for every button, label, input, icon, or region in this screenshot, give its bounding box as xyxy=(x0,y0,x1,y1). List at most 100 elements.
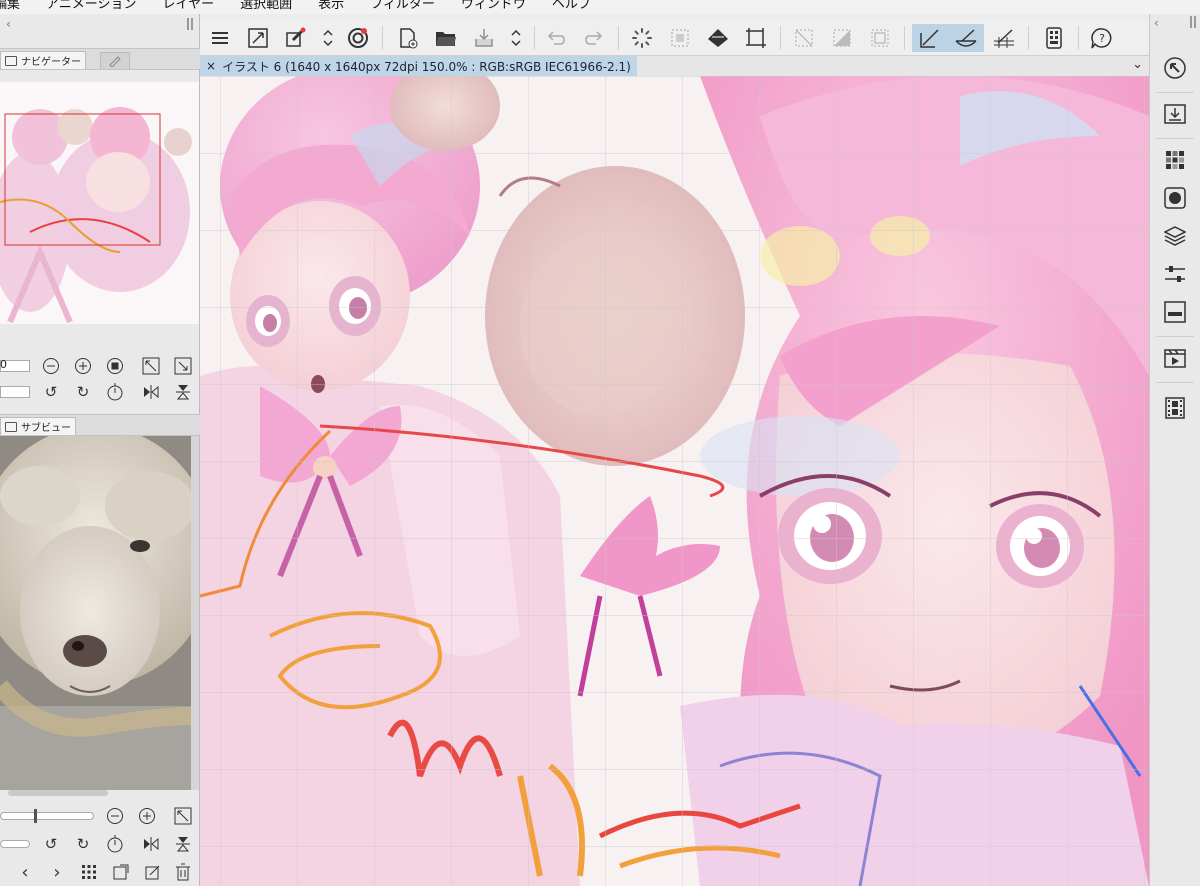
tablet-icon[interactable] xyxy=(1040,24,1068,52)
navigator-tab-label: ナビゲーター xyxy=(21,57,81,68)
loading-spinner-icon[interactable] xyxy=(628,24,656,52)
subview-zoom-in-icon[interactable] xyxy=(137,806,157,826)
subview-zoom-slider[interactable] xyxy=(0,809,94,823)
rail-separator xyxy=(1156,138,1194,139)
redo-icon[interactable] xyxy=(580,24,608,52)
new-document-icon[interactable] xyxy=(394,24,422,52)
fit-canvas-icon[interactable] xyxy=(244,24,272,52)
document-tab[interactable]: × イラスト 6 (1640 x 1640px 72dpi 150.0% : R… xyxy=(200,56,637,76)
flip-horizontal-icon[interactable] xyxy=(141,382,161,402)
menu-edit[interactable]: 編集 xyxy=(0,0,20,11)
invert-selection-icon[interactable] xyxy=(828,24,856,52)
dock-grip-icon[interactable] xyxy=(1190,16,1196,28)
show-selection-icon[interactable] xyxy=(866,24,894,52)
menu-layer[interactable]: レイヤー xyxy=(163,0,215,11)
subview-zoom-knob[interactable] xyxy=(34,809,37,823)
menu-icon[interactable] xyxy=(206,24,234,52)
snap-grid-icon[interactable] xyxy=(990,24,1018,52)
menu-window[interactable]: ウィンドウ xyxy=(461,0,526,11)
tab-subview[interactable]: サブビュー xyxy=(0,417,76,435)
toolbar-separator xyxy=(1078,26,1079,50)
actual-size-icon[interactable] xyxy=(173,356,193,376)
zoom-value: 0 xyxy=(0,358,7,371)
subview-rotate-right-icon[interactable]: ↻ xyxy=(73,834,93,854)
navigator-thumbnail xyxy=(0,82,199,324)
zoom-in-icon[interactable] xyxy=(73,356,93,376)
drawing-canvas[interactable] xyxy=(200,76,1149,886)
save-icon[interactable] xyxy=(470,24,498,52)
close-icon[interactable]: × xyxy=(206,59,216,73)
previous-image-icon[interactable]: ‹ xyxy=(15,862,35,883)
subview-flip-vertical-icon[interactable] xyxy=(173,834,193,854)
document-tabs: × イラスト 6 (1640 x 1640px 72dpi 150.0% : R… xyxy=(200,56,1149,76)
eyedropper-icon[interactable] xyxy=(143,862,163,882)
illustration-artwork xyxy=(200,76,1149,886)
subview-scrollbar[interactable] xyxy=(191,436,199,790)
next-image-icon[interactable]: › xyxy=(47,862,67,883)
image-list-icon[interactable] xyxy=(79,862,99,882)
fill-icon[interactable] xyxy=(704,24,732,52)
menu-selection[interactable]: 選択範囲 xyxy=(240,0,292,11)
toolbar-separator xyxy=(1028,26,1029,50)
tab-navigator[interactable]: ナビゲーター xyxy=(0,51,86,69)
rail-separator xyxy=(1156,92,1194,93)
snap-special-ruler-icon[interactable] xyxy=(948,24,984,52)
rotate-slider[interactable] xyxy=(0,386,30,398)
open-folder-icon[interactable] xyxy=(432,24,460,52)
subview-h-scrollbar[interactable] xyxy=(8,790,108,796)
import-image-icon[interactable] xyxy=(111,862,131,882)
layer-property-icon[interactable] xyxy=(1159,296,1191,328)
subview-reference-image[interactable] xyxy=(0,436,191,790)
fit-icon[interactable] xyxy=(105,356,125,376)
collapse-left-icon[interactable]: ‹ xyxy=(6,17,11,31)
brush-icon xyxy=(109,56,121,67)
chevron-down-icon[interactable]: ⌄ xyxy=(1132,57,1143,72)
layers-icon[interactable] xyxy=(1159,220,1191,252)
rail-separator xyxy=(1156,382,1194,383)
subview-rotate-slider[interactable] xyxy=(0,840,30,848)
cloud-icon[interactable] xyxy=(344,24,372,52)
navigator-tabbar: ナビゲーター xyxy=(0,48,200,70)
rotate-right-icon[interactable]: ↻ xyxy=(73,382,93,402)
collapse-right-icon[interactable]: ‹ xyxy=(1154,16,1159,30)
fit-to-window-icon[interactable] xyxy=(141,356,161,376)
toggle-arrows-icon[interactable] xyxy=(502,24,530,52)
tab-second-panel[interactable] xyxy=(100,52,130,69)
flip-vertical-icon[interactable] xyxy=(173,382,193,402)
subview-zoom-out-icon[interactable] xyxy=(105,806,125,826)
dashed-select-icon[interactable] xyxy=(666,24,694,52)
snap-ruler-icon[interactable] xyxy=(912,24,948,52)
menu-bar: 編集 アニメーション レイヤー 選択範囲 表示 フィルター ウィンドウ ヘルプ xyxy=(0,0,1200,14)
navigator-panel-icon xyxy=(5,55,17,66)
reset-rotation-icon[interactable] xyxy=(105,382,125,402)
menu-filter[interactable]: フィルター xyxy=(370,0,435,11)
subview-rotate-left-icon[interactable]: ↺ xyxy=(41,834,61,854)
animation-cels-icon[interactable] xyxy=(1159,392,1191,424)
navigate-icon[interactable] xyxy=(1159,52,1191,84)
correction-icon[interactable] xyxy=(282,24,310,52)
menu-view[interactable]: 表示 xyxy=(318,0,344,11)
menu-help[interactable]: ヘルプ xyxy=(552,0,591,11)
color-circle-icon[interactable] xyxy=(1159,182,1191,214)
navigator-preview[interactable] xyxy=(0,82,199,324)
timeline-icon[interactable] xyxy=(1159,342,1191,374)
subview-flip-horizontal-icon[interactable] xyxy=(141,834,161,854)
subview-fit-icon[interactable] xyxy=(173,806,193,826)
zoom-out-icon[interactable] xyxy=(41,356,61,376)
crop-icon[interactable] xyxy=(742,24,770,52)
subview-reset-rotation-icon[interactable] xyxy=(105,834,125,854)
rail-separator xyxy=(1156,336,1194,337)
delete-icon[interactable] xyxy=(173,862,193,882)
right-dock: ‹ xyxy=(1149,14,1200,886)
toggle-arrows-icon[interactable] xyxy=(314,24,342,52)
dock-grip-icon[interactable] xyxy=(187,18,193,30)
color-set-icon[interactable] xyxy=(1159,144,1191,176)
help-icon[interactable]: ? xyxy=(1088,24,1116,52)
import-icon[interactable] xyxy=(1159,98,1191,130)
rotate-left-icon[interactable]: ↺ xyxy=(41,382,61,402)
menu-animation[interactable]: アニメーション xyxy=(46,0,136,11)
undo-icon[interactable] xyxy=(542,24,570,52)
clear-selection-icon[interactable] xyxy=(790,24,818,52)
svg-text:?: ? xyxy=(1099,32,1105,45)
tool-property-icon[interactable] xyxy=(1159,258,1191,290)
